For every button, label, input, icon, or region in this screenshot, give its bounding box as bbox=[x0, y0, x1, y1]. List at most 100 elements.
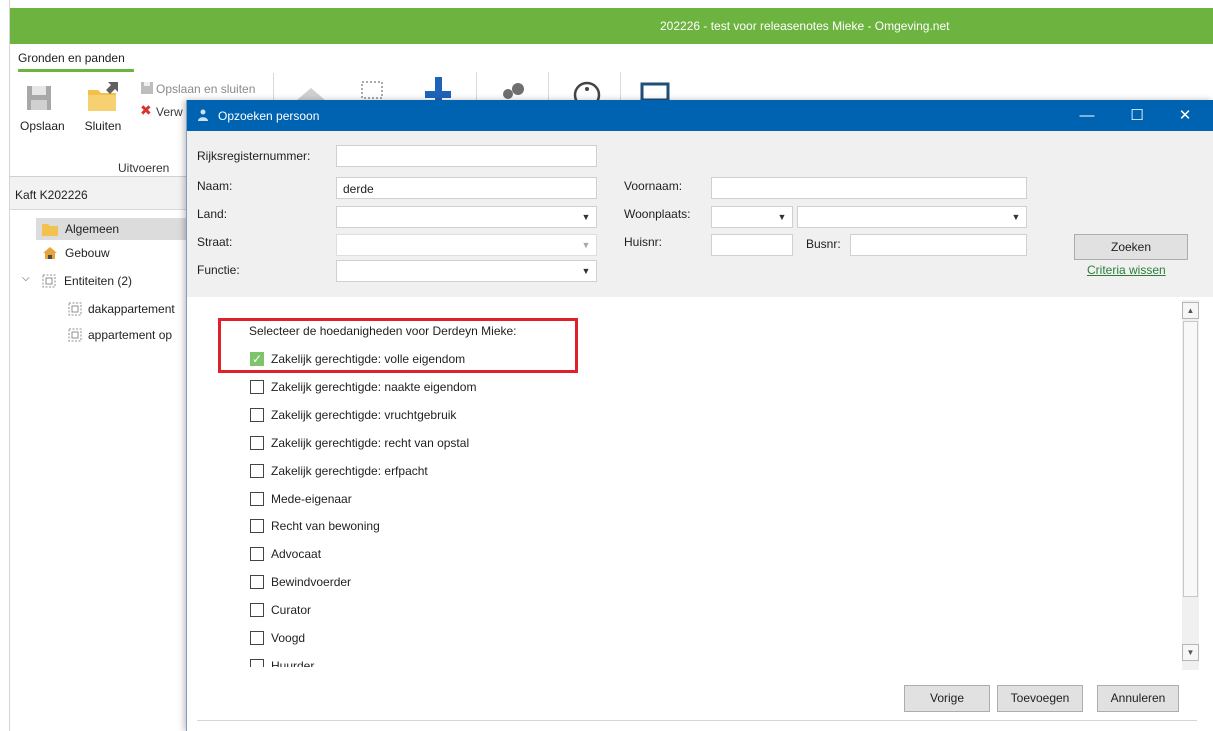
naam-input[interactable]: derde bbox=[336, 177, 597, 199]
tree-header: Kaft K202226 bbox=[10, 177, 186, 210]
save-icon bbox=[27, 86, 51, 110]
persons-icon bbox=[503, 83, 524, 99]
land-label: Land: bbox=[197, 207, 228, 221]
checkbox[interactable] bbox=[250, 631, 264, 645]
tree-item-algemeen[interactable]: Algemeen bbox=[36, 218, 186, 240]
app-title: 202226 - test voor releasenotes Mieke - … bbox=[660, 19, 950, 33]
scroll-thumb[interactable] bbox=[1183, 321, 1198, 597]
woonplaats-postcode-select[interactable]: ▼ bbox=[711, 206, 793, 228]
tree-item-label: Algemeen bbox=[65, 222, 120, 236]
woonplaats-label: Woonplaats: bbox=[624, 207, 691, 221]
dropdown-arrow-icon[interactable]: ▼ bbox=[772, 207, 792, 227]
option-label: Zakelijk gerechtigde: erfpacht bbox=[271, 464, 428, 478]
checkbox[interactable] bbox=[250, 436, 264, 450]
zoeken-button[interactable]: Zoeken bbox=[1074, 234, 1188, 260]
checkbox[interactable] bbox=[250, 380, 264, 394]
sluiten-label: Sluiten bbox=[84, 119, 122, 133]
checkbox[interactable] bbox=[250, 519, 264, 533]
checkbox[interactable] bbox=[250, 547, 264, 561]
folder-close-icon bbox=[88, 82, 118, 111]
minimize-button[interactable]: — bbox=[1064, 100, 1110, 131]
option-label: Advocaat bbox=[271, 547, 322, 561]
tree-item-label: Gebouw bbox=[65, 246, 110, 260]
tree-item-dakappartement[interactable]: dakappartement bbox=[66, 298, 186, 320]
huisnr-input[interactable] bbox=[711, 234, 793, 256]
scroll-down-icon[interactable]: ▼ bbox=[1182, 644, 1199, 661]
ribbon-separator bbox=[548, 72, 549, 100]
checkbox-checked[interactable]: ✓ bbox=[250, 352, 264, 366]
option-label: Zakelijk gerechtigde: volle eigendom bbox=[271, 352, 466, 366]
tree-item-label: Entiteiten (2) bbox=[64, 274, 133, 288]
naam-label: Naam: bbox=[197, 179, 233, 193]
entity-icon bbox=[42, 274, 56, 288]
opslaan-label: Opslaan bbox=[20, 119, 65, 133]
ribbon-tab-gronden-en-panden[interactable]: Gronden en panden bbox=[18, 51, 125, 65]
dialog-title: Opzoeken persoon bbox=[218, 109, 320, 123]
add-plus-icon bbox=[425, 77, 451, 101]
checkbox[interactable] bbox=[250, 464, 264, 478]
checkbox[interactable] bbox=[250, 603, 264, 617]
info-circle-icon bbox=[573, 81, 601, 100]
checkbox[interactable] bbox=[250, 575, 264, 589]
sluiten-button[interactable]: Sluiten bbox=[80, 82, 126, 135]
option-label: Zakelijk gerechtigde: naakte eigendom bbox=[271, 380, 477, 394]
folder-icon bbox=[42, 224, 58, 236]
option-label: Huurder bbox=[271, 659, 315, 667]
entity-icon bbox=[68, 328, 82, 342]
option-label: Curator bbox=[271, 603, 312, 617]
toevoegen-button[interactable]: Toevoegen bbox=[997, 685, 1083, 712]
option-label: Zakelijk gerechtigde: vruchtgebruik bbox=[271, 408, 457, 422]
land-select[interactable]: ▼ bbox=[336, 206, 597, 228]
tree-item-entiteiten[interactable]: ⌵ Entiteiten (2) bbox=[20, 270, 186, 292]
opslaan-en-sluiten-label: Opslaan en sluiten bbox=[156, 82, 256, 96]
dialog-titlebar: Opzoeken persoon — ☐ ✕ bbox=[187, 100, 1213, 131]
window-icon bbox=[640, 82, 670, 100]
opslaan-button[interactable]: Opslaan bbox=[20, 83, 65, 135]
verwijderen-label: Verw bbox=[156, 105, 183, 119]
option-label: Mede-eigenaar bbox=[271, 492, 352, 506]
option-label: Voogd bbox=[271, 631, 306, 645]
dropdown-arrow-icon[interactable]: ▼ bbox=[576, 207, 596, 227]
window-edge bbox=[0, 0, 10, 731]
ribbon-group-uitvoeren: Uitvoeren bbox=[118, 161, 170, 175]
rijksregisternummer-input[interactable] bbox=[336, 145, 597, 167]
chevron-down-icon[interactable]: ⌵ bbox=[22, 273, 30, 284]
list-scrollbar[interactable]: ▲ ▼ bbox=[1182, 300, 1199, 670]
person-icon bbox=[198, 109, 208, 121]
straat-select[interactable]: ▼ bbox=[336, 234, 597, 256]
tree-item-gebouw[interactable]: Gebouw bbox=[36, 242, 186, 264]
ribbon-separator bbox=[620, 72, 621, 100]
woonplaats-gemeente-select[interactable]: ▼ bbox=[797, 206, 1027, 228]
tree-item-label: appartement op bbox=[88, 328, 173, 342]
option-label: Recht van bewoning bbox=[271, 519, 380, 533]
criteria-wissen-link[interactable]: Criteria wissen bbox=[1087, 263, 1166, 277]
checkbox[interactable] bbox=[250, 492, 264, 506]
voornaam-input[interactable] bbox=[711, 177, 1027, 199]
opzoeken-persoon-dialog: Opzoeken persoon — ☐ ✕ Rijksregisternumm… bbox=[186, 100, 1213, 731]
maximize-button[interactable]: ☐ bbox=[1114, 100, 1160, 131]
scroll-up-icon[interactable]: ▲ bbox=[1182, 302, 1199, 319]
functie-select[interactable]: ▼ bbox=[336, 260, 597, 282]
dropdown-arrow-icon[interactable]: ▼ bbox=[576, 235, 596, 255]
dropdown-arrow-icon[interactable]: ▼ bbox=[576, 261, 596, 281]
close-button[interactable]: ✕ bbox=[1162, 100, 1208, 131]
hoedanigheden-list: Selecteer de hoedanigheden voor Derdeyn … bbox=[187, 297, 1213, 667]
tree-item-label: dakappartement bbox=[88, 302, 175, 316]
straat-label: Straat: bbox=[197, 235, 233, 249]
vorige-button[interactable]: Vorige bbox=[904, 685, 990, 712]
entity-icon bbox=[68, 302, 82, 316]
tree-item-appartement-op[interactable]: appartement op bbox=[66, 324, 186, 346]
app-titlebar: 202226 - test voor releasenotes Mieke - … bbox=[10, 8, 1213, 44]
checkbox[interactable] bbox=[250, 408, 264, 422]
footer-divider bbox=[197, 720, 1197, 721]
ribbon-separator bbox=[476, 72, 477, 100]
dropdown-arrow-icon[interactable]: ▼ bbox=[1006, 207, 1026, 227]
functie-label: Functie: bbox=[197, 263, 240, 277]
option-label: Zakelijk gerechtigde: recht van opstal bbox=[271, 436, 470, 450]
house-icon bbox=[297, 88, 325, 100]
ribbon-tab-underline bbox=[18, 69, 134, 72]
voornaam-label: Voornaam: bbox=[624, 179, 683, 193]
checkbox[interactable] bbox=[250, 659, 264, 667]
annuleren-button[interactable]: Annuleren bbox=[1097, 685, 1179, 712]
busnr-input[interactable] bbox=[850, 234, 1027, 256]
